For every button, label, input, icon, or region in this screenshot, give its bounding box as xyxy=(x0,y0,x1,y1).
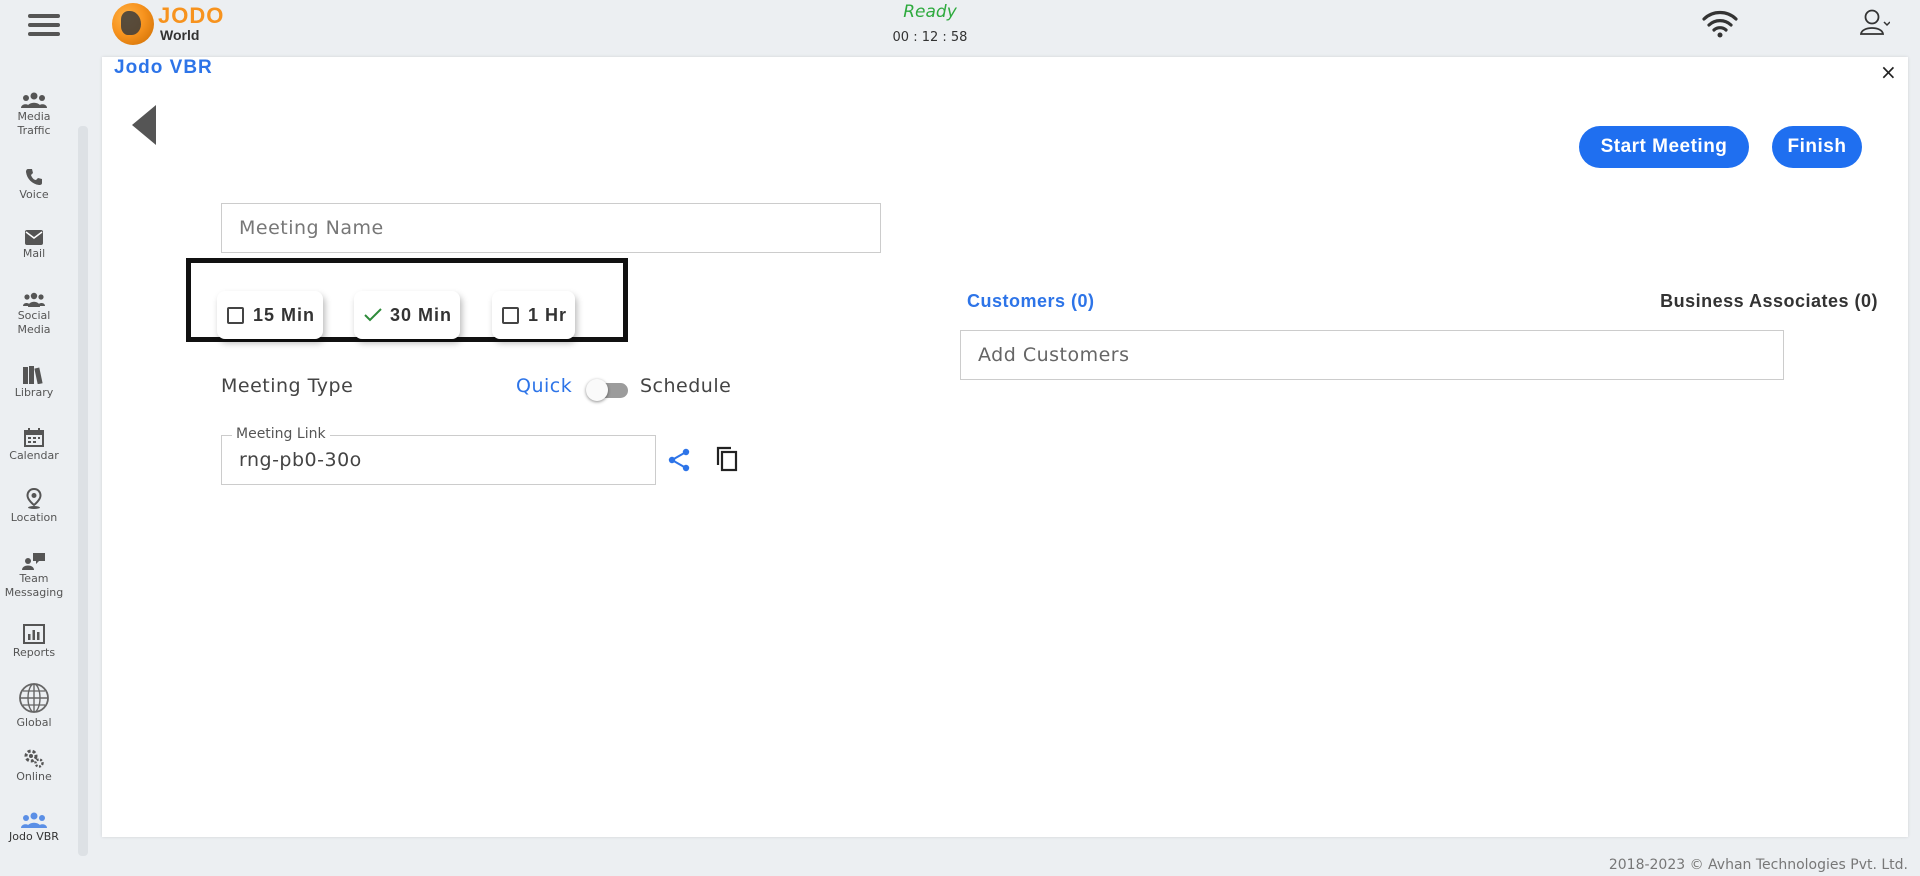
people-group-icon xyxy=(21,812,47,828)
globe-icon xyxy=(19,683,49,713)
chat-users-icon xyxy=(22,553,45,570)
duration-option-15-min[interactable]: 15 Min xyxy=(217,291,324,339)
copy-icon[interactable] xyxy=(715,446,739,472)
jodo-world-logo: JODO World xyxy=(112,3,232,47)
sidebar: Media Traffic Voice Mail Social Media Li… xyxy=(0,86,68,866)
envelope-icon xyxy=(25,230,43,245)
top-bar: JODO World Ready 00 : 12 : 58 xyxy=(0,0,1920,56)
gears-icon xyxy=(24,749,44,768)
tab-customers[interactable]: Customers (0) xyxy=(967,291,1095,312)
sidebar-item-mail[interactable]: Mail xyxy=(0,230,68,261)
people-group-icon xyxy=(21,92,47,108)
sidebar-item-calendar[interactable]: Calendar xyxy=(0,428,68,463)
calendar-icon xyxy=(24,428,44,447)
duration-option-1-hr[interactable]: 1 Hr xyxy=(492,291,576,339)
sidebar-scrollbar[interactable] xyxy=(78,126,88,856)
users-icon xyxy=(23,292,45,307)
globe-logo-icon xyxy=(112,3,154,45)
sidebar-item-voice[interactable]: Voice xyxy=(0,168,68,202)
sidebar-item-online[interactable]: Online xyxy=(0,748,68,784)
copyright-footer: 2018-2023 © Avhan Technologies Pvt. Ltd. xyxy=(1608,857,1908,873)
location-pin-icon xyxy=(26,488,42,509)
hamburger-menu-icon[interactable] xyxy=(28,14,60,36)
user-profile-icon[interactable] xyxy=(1860,8,1890,36)
meeting-link-label: Meeting Link xyxy=(232,426,330,442)
tab-business-associates[interactable]: Business Associates (0) xyxy=(1566,291,1878,312)
share-icon[interactable] xyxy=(667,447,691,473)
start-meeting-button[interactable]: Start Meeting xyxy=(1579,126,1749,168)
duration-selection-highlight: 15 Min 30 Min 1 Hr xyxy=(186,258,628,342)
agent-status: Ready xyxy=(903,2,957,22)
duration-option-30-min[interactable]: 30 Min xyxy=(354,291,461,339)
sidebar-item-jodo-vbr[interactable]: Jodo VBR xyxy=(0,812,68,844)
meeting-type-label: Meeting Type xyxy=(221,375,354,397)
sidebar-item-library[interactable]: Library xyxy=(0,366,68,400)
finish-button[interactable]: Finish xyxy=(1772,126,1862,168)
back-arrow-icon[interactable] xyxy=(132,105,156,145)
schedule-option-label[interactable]: Schedule xyxy=(640,375,731,397)
meeting-name-input[interactable] xyxy=(221,203,881,253)
meeting-link-field[interactable]: Meeting Link rng-pb0-30o xyxy=(221,426,656,485)
close-icon[interactable]: × xyxy=(1880,60,1897,84)
session-timer: 00 : 12 : 58 xyxy=(892,30,968,45)
books-icon xyxy=(23,366,43,384)
wifi-icon xyxy=(1702,11,1738,38)
sidebar-item-social-media[interactable]: Social Media xyxy=(0,292,68,337)
sidebar-item-location[interactable]: Location xyxy=(0,488,68,525)
panel-title: Jodo VBR xyxy=(114,57,213,78)
sidebar-item-media-traffic[interactable]: Media Traffic xyxy=(0,92,68,138)
meeting-link-value[interactable]: rng-pb0-30o xyxy=(239,449,362,471)
sidebar-item-global[interactable]: Global xyxy=(0,682,68,730)
checkmark-icon[interactable] xyxy=(364,308,382,322)
jodo-vbr-panel: Jodo VBR × Start Meeting Finish 15 Min 3… xyxy=(102,57,1908,837)
meeting-type-toggle[interactable] xyxy=(586,378,630,402)
sidebar-item-team-messaging[interactable]: Team Messaging xyxy=(0,552,68,600)
add-customers-input[interactable] xyxy=(960,330,1784,380)
checkbox-unchecked-icon[interactable] xyxy=(227,306,244,324)
checkbox-unchecked-icon[interactable] xyxy=(502,306,519,324)
quick-option-label[interactable]: Quick xyxy=(516,375,572,397)
sidebar-item-reports[interactable]: Reports xyxy=(0,624,68,660)
report-chart-icon xyxy=(23,624,45,644)
phone-icon xyxy=(26,169,42,185)
